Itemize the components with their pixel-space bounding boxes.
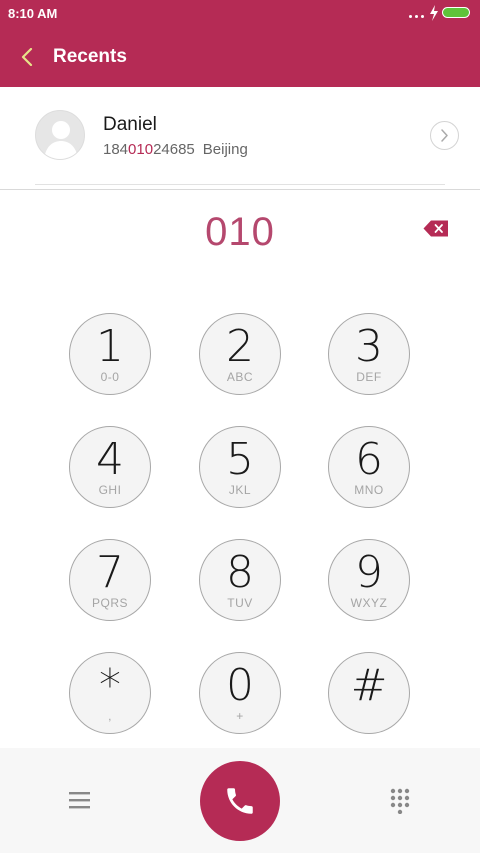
key-digit: 5 xyxy=(226,434,254,485)
key-letters: PQRS xyxy=(91,596,128,610)
contact-detail-button[interactable] xyxy=(430,121,459,150)
dialpad-toggle-button[interactable] xyxy=(389,788,411,815)
key-letters: TUV xyxy=(227,596,253,610)
contact-location: Beijing xyxy=(202,141,248,158)
key-7[interactable]: 7 PQRS xyxy=(69,539,151,621)
app-header: 8:10 AM Recents xyxy=(0,0,480,87)
key-2[interactable]: 2 ABC xyxy=(199,313,281,395)
phone-number: 18401024685 xyxy=(103,141,195,158)
battery-icon xyxy=(442,7,470,18)
key-digit: 9 xyxy=(355,547,383,598)
key-star[interactable]: * , xyxy=(69,652,151,734)
key-0[interactable]: 0 + xyxy=(199,652,281,734)
avatar xyxy=(35,110,85,160)
contact-details: 18401024685 Beijing xyxy=(103,141,248,158)
dialed-number: 010 xyxy=(205,210,275,254)
key-digit: 4 xyxy=(96,434,124,485)
key-letters: ABC xyxy=(226,370,254,384)
key-digit: 6 xyxy=(355,434,383,485)
bottom-action-bar xyxy=(0,748,480,853)
number-prefix: 184 xyxy=(103,141,129,158)
key-digit: 2 xyxy=(226,321,254,372)
signal-dots-icon xyxy=(409,15,424,18)
status-time: 8:10 AM xyxy=(8,6,58,21)
key-3[interactable]: 3 DEF xyxy=(328,313,410,395)
key-8[interactable]: 8 TUV xyxy=(199,539,281,621)
key-digit: 8 xyxy=(226,547,254,598)
chevron-right-icon xyxy=(441,129,448,142)
page-title: Recents xyxy=(53,46,127,67)
number-match: 010 xyxy=(128,141,154,158)
key-letters: GHI xyxy=(98,483,122,497)
call-button[interactable] xyxy=(200,761,280,841)
key-9[interactable]: 9 WXYZ xyxy=(328,539,410,621)
key-letters: , xyxy=(108,709,112,723)
key-letters: + xyxy=(236,709,244,723)
key-digit: 7 xyxy=(96,547,124,598)
dialpad-icon xyxy=(390,788,410,815)
key-letters: WXYZ xyxy=(350,596,388,610)
key-letters: MNO xyxy=(354,483,384,497)
key-digit: * xyxy=(99,660,121,711)
contact-name: Daniel xyxy=(103,114,157,135)
person-icon xyxy=(44,121,78,159)
key-6[interactable]: 6 MNO xyxy=(328,426,410,508)
key-letters: JKL xyxy=(228,483,252,497)
backspace-icon xyxy=(423,220,448,237)
phone-icon xyxy=(227,788,253,814)
recent-call-item[interactable]: Daniel 18401024685 Beijing xyxy=(0,87,480,185)
key-digit: 1 xyxy=(96,321,124,372)
key-hash[interactable]: # xyxy=(328,652,410,734)
key-digit: 3 xyxy=(355,321,383,372)
status-bar: 8:10 AM xyxy=(0,0,480,28)
divider xyxy=(35,184,445,185)
menu-button[interactable] xyxy=(68,790,92,810)
key-digit: 0 xyxy=(226,660,254,711)
number-suffix: 24685 xyxy=(153,141,195,158)
delete-button[interactable] xyxy=(423,220,449,237)
menu-icon xyxy=(69,792,90,809)
divider xyxy=(0,189,480,190)
key-digit: # xyxy=(350,660,388,711)
charging-icon xyxy=(430,5,438,21)
back-button[interactable] xyxy=(14,44,40,70)
key-4[interactable]: 4 GHI xyxy=(69,426,151,508)
key-letters: DEF xyxy=(356,370,382,384)
key-1[interactable]: 1 0-0 xyxy=(69,313,151,395)
chevron-left-icon xyxy=(21,48,33,66)
key-5[interactable]: 5 JKL xyxy=(199,426,281,508)
key-letters: 0-0 xyxy=(100,370,120,384)
